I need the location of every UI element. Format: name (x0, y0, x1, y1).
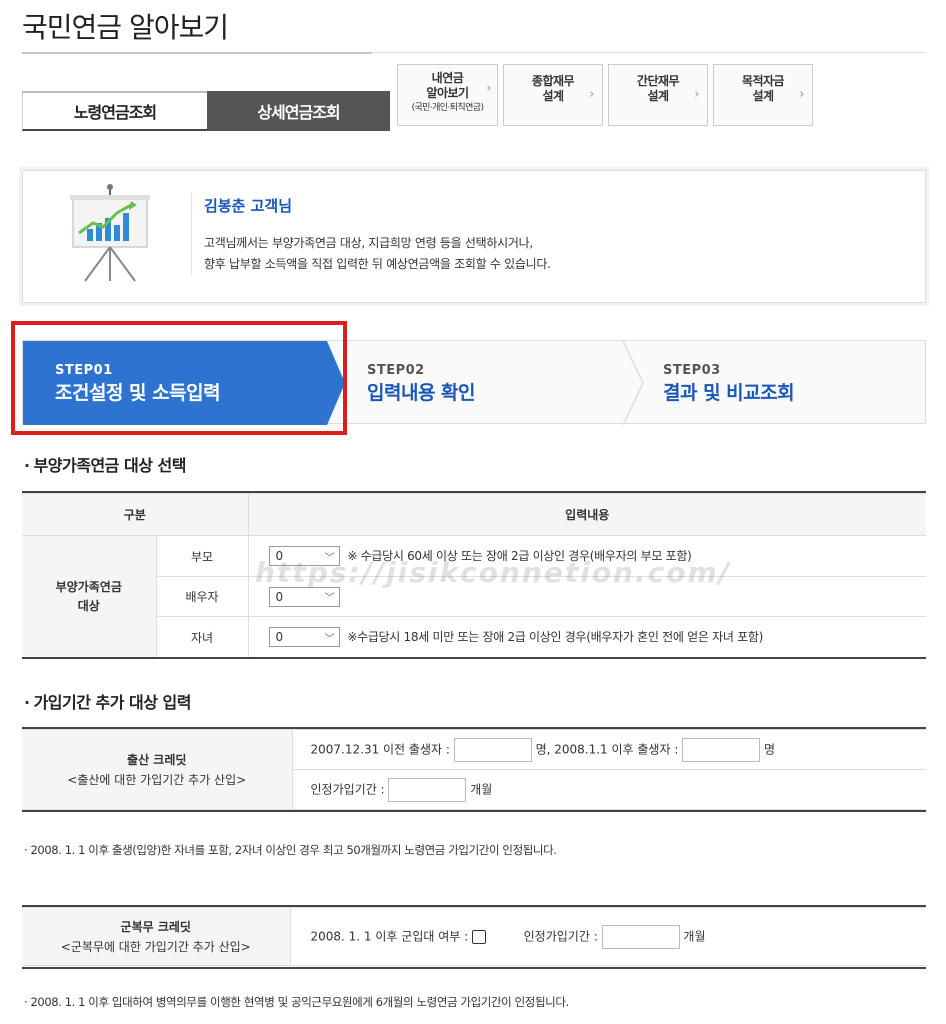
section-dependent-title: · 부양가족연금 대상 선택 (24, 456, 187, 475)
link-my-pension[interactable]: 내연금 알아보기 (국민·개인·퇴직연금) › (397, 64, 498, 126)
birth-credit-table: 출산 크레딧 <출산에 대한 가입기간 추가 산입> 2007.12.31 이전… (22, 729, 926, 810)
tab-basic-pension[interactable]: 노령연금조회 (22, 91, 208, 131)
birth-mid-label: 명, 2008.1.1 이후 출생자 : (535, 742, 679, 756)
child-count-select[interactable]: 0 ﹀ (268, 627, 340, 647)
dependent-group-label: 부양가족연금 대상 (22, 535, 157, 658)
customer-desc-line2: 향후 납부할 소득액을 직접 입력한 뒤 예상연금액을 조회할 수 있습니다. (204, 257, 551, 271)
link-total-finance-line1: 종합재무 (531, 74, 575, 88)
row-spouse-label: 배우자 (155, 576, 249, 617)
military-credit-table: 군복무 크레딧 <군복무에 대한 가입기간 추가 산입> 2008. 1. 1 … (22, 907, 926, 966)
birth-period-label: 인정가입기간 : (310, 782, 385, 796)
link-purpose-fund-line1: 목적자금 (741, 74, 785, 88)
chevron-right-icon: › (694, 87, 699, 102)
birth-after-input[interactable] (682, 737, 761, 762)
spouse-count-select[interactable]: 0 ﹀ (268, 586, 340, 607)
link-my-pension-line1: 내연금 (431, 70, 464, 85)
customer-info-box: 김봉춘 고객님 고객님께서는 부양가족연금 대상, 지급희망 연령 등을 선택하… (22, 170, 926, 303)
military-credit-label: 군복무 크레딧 <군복무에 대한 가입기간 추가 산입> (22, 907, 291, 966)
child-count-value: 0 (275, 630, 284, 644)
link-simple-finance-line1: 간단재무 (636, 74, 680, 88)
link-purpose-fund-line2: 설계 (752, 89, 774, 103)
customer-desc-line1: 고객님께서는 부양가족연금 대상, 지급희망 연령 등을 선택하시거나, (204, 236, 533, 250)
customer-description: 고객님께서는 부양가족연금 대상, 지급희망 연령 등을 선택하시거나, 향후 … (204, 233, 551, 275)
military-enlist-checkbox[interactable] (471, 929, 486, 944)
header-input: 입력내용 (247, 493, 926, 536)
table3-bottom-border (22, 967, 926, 969)
link-simple-finance-line2: 설계 (647, 89, 669, 103)
chevron-right-icon: › (799, 87, 804, 102)
military-row: 2008. 1. 1 이후 군입대 여부 : 인정가입기간 : 개월 (289, 907, 926, 966)
birth-count-row: 2007.12.31 이전 출생자 : 명, 2008.1.1 이후 출생자 :… (291, 729, 926, 770)
spouse-count-value: 0 (275, 589, 284, 604)
link-my-pension-line2: 알아보기 (426, 85, 469, 100)
presentation-chart-icon (65, 183, 155, 285)
birth-credit-label: 출산 크레딧 <출산에 대한 가입기간 추가 산입> (22, 729, 293, 810)
military-credit-note: · 2008. 1. 1 이후 입대하여 병역의무를 이행한 현역병 및 공익근… (24, 995, 569, 1009)
child-note: ※수급당시 18세 미만 또는 장애 2급 이상인 경우(배우자가 혼인 전에 … (347, 629, 763, 644)
military-enlist-label: 2008. 1. 1 이후 군입대 여부 : (310, 929, 469, 943)
step-3-num: STEP03 (663, 363, 721, 378)
military-period-unit: 개월 (683, 929, 706, 943)
chevron-right-icon: › (589, 87, 594, 102)
step-3-label: 결과 및 비교조회 (663, 382, 795, 404)
military-period-label: 인정가입기간 : (523, 929, 598, 943)
section-credit-title-text: 가입기간 추가 대상 입력 (33, 693, 192, 712)
birth-period-row: 인정가입기간 : 개월 (291, 769, 926, 810)
link-my-pension-sub: (국민·개인·퇴직연금) (411, 102, 484, 113)
step-2-label: 입력내용 확인 (367, 382, 476, 404)
row-child-input: 0 ﹀ ※수급당시 18세 미만 또는 장애 2급 이상인 경우(배우자가 혼인 … (247, 616, 926, 658)
row-parent-label: 부모 (155, 535, 249, 577)
table2-bottom-border (22, 810, 926, 812)
page-title: 국민연금 알아보기 (22, 11, 229, 44)
section-credit-title: · 가입기간 추가 대상 입력 (24, 693, 192, 712)
row-child-label: 자녀 (155, 616, 249, 658)
title-underline (22, 52, 372, 54)
birth-before-label: 2007.12.31 이전 출생자 : (310, 742, 450, 756)
dependent-group-text: 부양가족연금 대상 (55, 579, 122, 613)
military-credit-subtitle: <군복무에 대한 가입기간 추가 산입> (60, 939, 251, 954)
table1-bottom-border (22, 657, 926, 659)
step-3: STEP03 결과 및 비교조회 (663, 363, 795, 405)
birth-unit: 명 (764, 742, 776, 756)
birth-credit-title: 출산 크레딧 (127, 752, 187, 767)
military-period-input[interactable] (601, 924, 680, 949)
step-2: STEP02 입력내용 확인 (367, 363, 476, 405)
customer-divider (191, 193, 192, 275)
customer-name: 김봉춘 고객님 (204, 197, 293, 215)
header-category: 구분 (22, 493, 249, 536)
link-total-finance[interactable]: 종합재무 설계 › (503, 64, 603, 126)
tab-detail-pension[interactable]: 상세연금조회 (207, 91, 390, 131)
military-credit-title: 군복무 크레딧 (120, 919, 191, 934)
birth-period-input[interactable] (388, 777, 467, 802)
section-dependent-title-text: 부양가족연금 대상 선택 (33, 456, 187, 475)
step-2-num: STEP02 (367, 363, 425, 378)
watermark-text: https://jisikconnetion.com/ (255, 556, 731, 589)
chevron-down-icon: ﹀ (324, 593, 335, 604)
step-highlight-box (11, 321, 347, 435)
birth-period-unit: 개월 (470, 782, 493, 796)
birth-before-input[interactable] (453, 737, 532, 762)
birth-credit-note: · 2008. 1. 1 이후 출생(입양)한 자녀를 포함, 2자녀 이상인 … (24, 843, 557, 857)
link-total-finance-line2: 설계 (542, 89, 564, 103)
birth-credit-subtitle: <출산에 대한 가입기간 추가 산입> (67, 772, 247, 787)
link-simple-finance[interactable]: 간단재무 설계 › (608, 64, 708, 126)
chevron-right-icon: › (486, 81, 491, 96)
chevron-down-icon: ﹀ (324, 633, 335, 645)
link-purpose-fund[interactable]: 목적자금 설계 › (713, 64, 813, 126)
